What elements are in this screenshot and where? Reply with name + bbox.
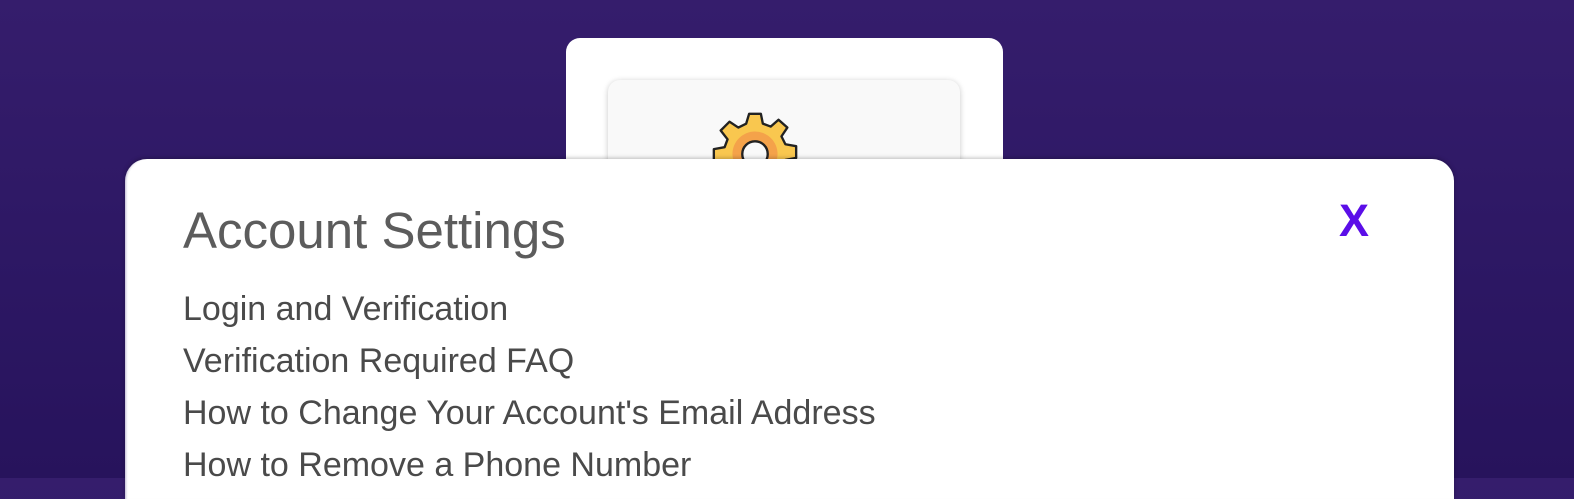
- link-login-and-verification[interactable]: Login and Verification: [183, 283, 876, 335]
- link-verification-required-faq[interactable]: Verification Required FAQ: [183, 335, 876, 387]
- close-button[interactable]: X: [1339, 195, 1369, 247]
- category-card[interactable]: [566, 38, 1003, 190]
- settings-link-list: Login and Verification Verification Requ…: [183, 283, 876, 491]
- link-change-email-address[interactable]: How to Change Your Account's Email Addre…: [183, 387, 876, 439]
- link-remove-phone-number[interactable]: How to Remove a Phone Number: [183, 439, 876, 491]
- modal-title: Account Settings: [183, 202, 566, 259]
- account-settings-modal: Account Settings X Login and Verificatio…: [125, 159, 1454, 499]
